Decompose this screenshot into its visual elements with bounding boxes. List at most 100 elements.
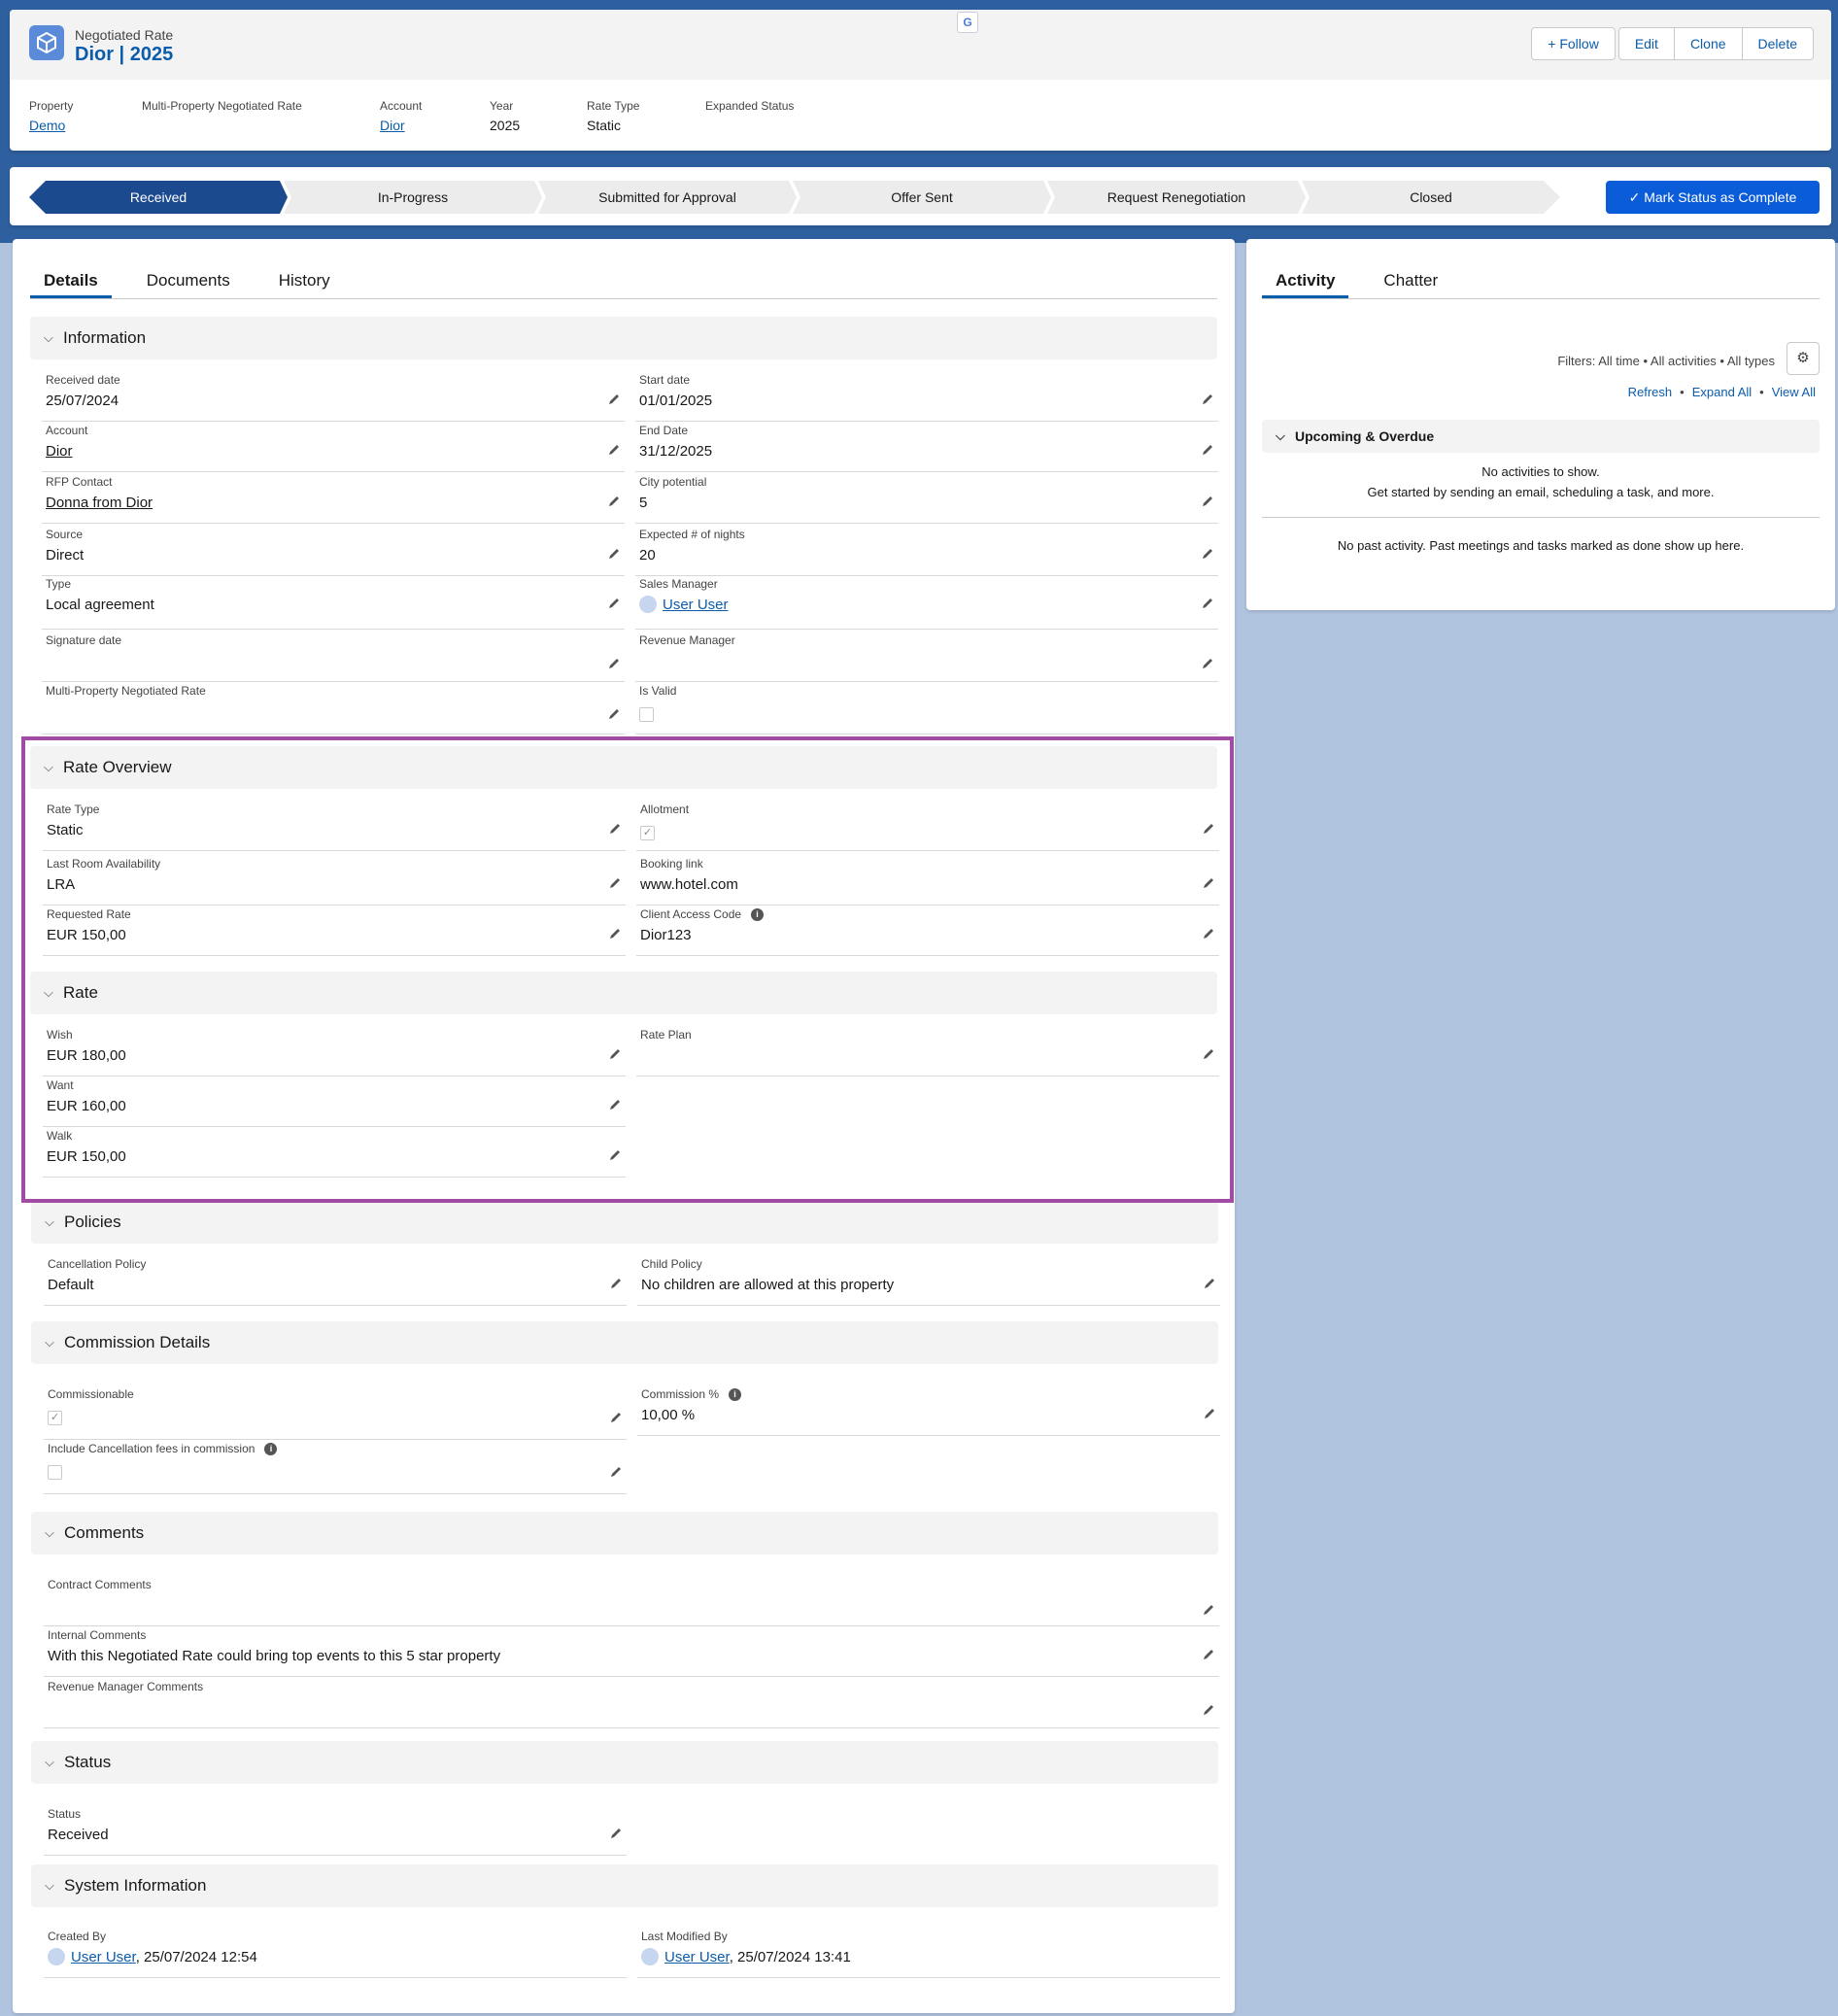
pencil-icon[interactable] [608,822,622,836]
record-header: Negotiated Rate Dior | 2025 G + Follow E… [10,10,1831,151]
path-stage-in-progress[interactable]: In-Progress [284,181,542,214]
path-stage-received[interactable]: Received [29,181,288,214]
last-modified-by-link[interactable]: User User [664,1949,730,1965]
pencil-icon[interactable] [1201,547,1214,561]
pencil-icon[interactable] [1202,1603,1215,1617]
pencil-icon[interactable] [1202,876,1215,890]
allotment-checkbox[interactable]: ✓ [640,826,655,840]
highlight-expanded-status: Expanded Status [705,99,795,113]
pencil-icon[interactable] [1202,1047,1215,1061]
section-comments[interactable]: ⌵ Comments [31,1512,1218,1555]
view-all-link[interactable]: View All [1772,385,1816,399]
pencil-icon[interactable] [607,393,621,406]
include-cancellation-fees-checkbox[interactable] [48,1465,62,1480]
chevron-down-icon: ⌵ [44,330,53,345]
sales-manager-link[interactable]: User User [663,597,729,613]
field-source: Source Direct [42,526,625,576]
section-status[interactable]: ⌵ Status [31,1741,1218,1784]
tab-chatter[interactable]: Chatter [1370,264,1451,298]
field-is-valid: Is Valid [635,682,1218,735]
property-link[interactable]: Demo [29,118,142,133]
info-icon[interactable]: i [751,908,765,922]
field-lra: Last Room Availability LRA [43,855,626,905]
avatar [48,1948,65,1966]
pencil-icon[interactable] [607,443,621,457]
info-icon[interactable]: i [729,1388,742,1402]
field-type: Type Local agreement [42,575,625,630]
section-information[interactable]: ⌵ Information [30,317,1217,359]
tab-documents[interactable]: Documents [133,264,244,298]
path-stage-request-renegotiation[interactable]: Request Renegotiation [1047,181,1306,214]
field-internal-comments: Internal Comments With this Negotiated Ra… [44,1626,1219,1677]
field-want: Want EUR 160,00 [43,1076,626,1127]
pencil-icon[interactable] [609,1411,623,1424]
path-stage-submitted[interactable]: Submitted for Approval [538,181,797,214]
gear-icon[interactable]: ⚙ [1787,342,1820,375]
pencil-icon[interactable] [1201,393,1214,406]
field-multi-property: Multi-Property Negotiated Rate [42,682,625,735]
refresh-link[interactable]: Refresh [1628,385,1673,399]
pencil-icon[interactable] [1201,657,1214,670]
path-stage-closed[interactable]: Closed [1302,181,1560,214]
section-system-information[interactable]: ⌵ System Information [31,1864,1218,1907]
field-status: Status Received [44,1805,627,1856]
pencil-icon[interactable] [607,597,621,610]
created-by-link[interactable]: User User [71,1949,136,1965]
action-button-group: Edit Clone Delete [1617,27,1814,60]
pencil-icon[interactable] [607,707,621,721]
booking-link[interactable]: www.hotel.com [640,876,738,893]
pencil-icon[interactable] [1202,822,1215,836]
pencil-icon[interactable] [607,547,621,561]
field-expected-nights: Expected # of nights 20 [635,526,1218,576]
account-link[interactable]: Dior [380,118,490,133]
tab-details[interactable]: Details [30,264,112,298]
pencil-icon[interactable] [609,1465,623,1479]
info-icon[interactable]: i [264,1443,278,1456]
pencil-icon[interactable] [608,1148,622,1162]
pencil-icon[interactable] [1202,1648,1215,1661]
edit-button[interactable]: Edit [1617,27,1675,60]
pencil-icon[interactable] [608,1098,622,1111]
pencil-icon[interactable] [608,1047,622,1061]
pencil-icon[interactable] [607,657,621,670]
field-received-date: Received date 25/07/2024 [42,371,625,422]
delete-button[interactable]: Delete [1741,27,1814,60]
pencil-icon[interactable] [609,1277,623,1290]
clone-button[interactable]: Clone [1673,27,1743,60]
pencil-icon[interactable] [1203,1407,1216,1420]
path-stage-offer-sent[interactable]: Offer Sent [793,181,1051,214]
pencil-icon[interactable] [609,1827,623,1840]
section-policies[interactable]: ⌵ Policies [31,1201,1218,1244]
field-account: Account Dior [42,422,625,472]
pencil-icon[interactable] [1201,597,1214,610]
rfp-contact-link[interactable]: Donna from Dior [46,495,153,511]
pencil-icon[interactable] [608,876,622,890]
section-commission-details[interactable]: ⌵ Commission Details [31,1321,1218,1364]
section-rate-overview[interactable]: ⌵ Rate Overview [30,746,1217,789]
follow-button[interactable]: + Follow [1531,27,1616,60]
section-rate[interactable]: ⌵ Rate [30,972,1217,1014]
pencil-icon[interactable] [1203,1277,1216,1290]
expand-all-link[interactable]: Expand All [1692,385,1752,399]
pencil-icon[interactable] [1202,1703,1215,1717]
field-contract-comments: Contract Comments [44,1576,1219,1626]
pencil-icon[interactable] [608,927,622,940]
details-tabs: Details Documents History [30,264,1217,299]
upcoming-overdue-header[interactable]: ⌵ Upcoming & Overdue [1262,420,1820,453]
pencil-icon[interactable] [1202,927,1215,940]
pencil-icon[interactable] [607,495,621,508]
tab-activity[interactable]: Activity [1262,264,1349,298]
is-valid-checkbox[interactable] [639,707,654,722]
field-booking-link: Booking link www.hotel.com [636,855,1219,905]
field-wish: Wish EUR 180,00 [43,1026,626,1076]
field-created-by: Created By User User, 25/07/2024 12:54 [44,1928,627,1978]
field-revenue-manager-comments: Revenue Manager Comments [44,1678,1219,1728]
mark-status-complete-button[interactable]: ✓ Mark Status as Complete [1606,181,1820,214]
tab-history[interactable]: History [265,264,344,298]
translate-icon[interactable]: G [957,12,978,33]
account-field-link[interactable]: Dior [46,443,73,460]
commissionable-checkbox[interactable]: ✓ [48,1411,62,1425]
pencil-icon[interactable] [1201,443,1214,457]
pencil-icon[interactable] [1201,495,1214,508]
field-commission-pct: Commission % i 10,00 % [637,1385,1220,1436]
